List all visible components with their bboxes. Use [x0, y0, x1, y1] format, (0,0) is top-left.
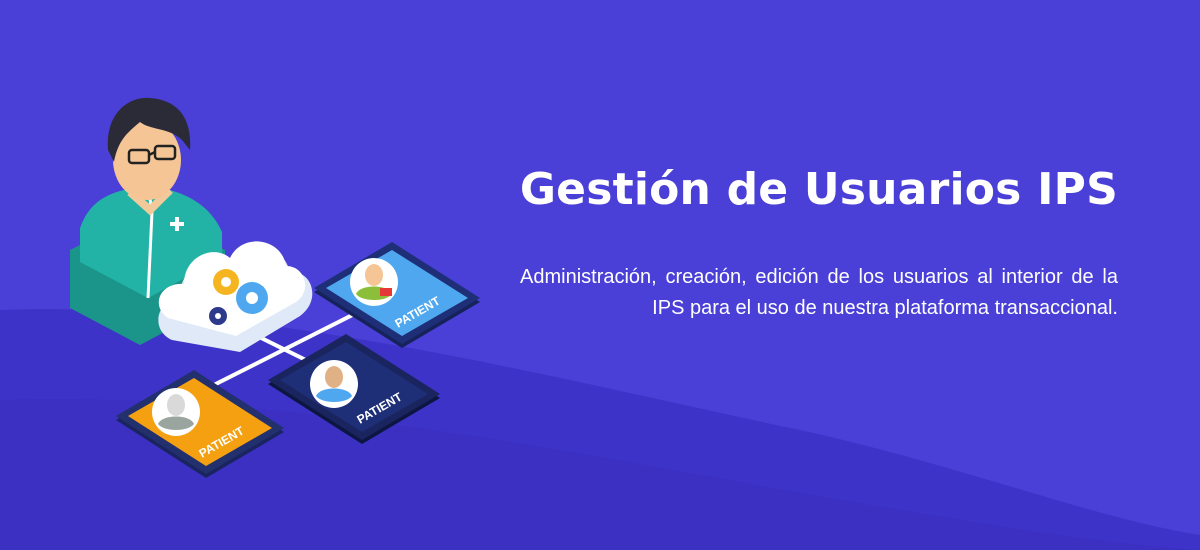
tablet-orange: PATIENT [116, 370, 284, 478]
page-title: Gestión de Usuarios IPS [519, 164, 1118, 215]
illustration: PATIENT PATIENT PATIENT [70, 97, 480, 478]
tablet-navy: PATIENT [268, 334, 440, 444]
hero-banner: PATIENT PATIENT PATIENT Gestión de Usuar… [0, 0, 1200, 550]
tablet-blue: PATIENT [314, 242, 480, 348]
page-description: Administración, creación, edición de los… [520, 266, 1118, 319]
